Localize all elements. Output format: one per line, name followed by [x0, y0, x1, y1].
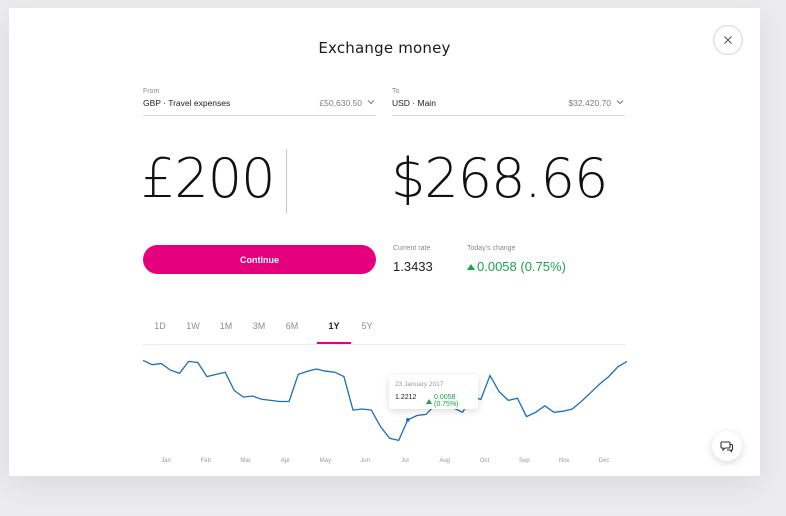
hover-point [406, 418, 410, 422]
chat-button[interactable] [712, 431, 742, 461]
chart-tooltip: 23 January 2017 1.2212 0.0058 (0.75%) [389, 375, 478, 409]
x-tick-label: Jul [401, 458, 409, 464]
to-account-selector[interactable]: To USD · Main $32,420.70 [392, 88, 625, 116]
close-button[interactable] [713, 25, 743, 55]
to-account-name: USD · Main [392, 98, 436, 108]
tab-1d[interactable]: 1D [143, 321, 177, 344]
from-account-name: GBP · Travel expenses [143, 98, 231, 108]
close-icon [724, 36, 732, 44]
tab-1w[interactable]: 1W [176, 321, 210, 344]
chat-icon [720, 441, 734, 453]
tab-1m[interactable]: 1M [209, 321, 243, 344]
current-rate-label: Current rate [393, 245, 431, 252]
tooltip-change-text: 0.0058 (0.75%) [434, 394, 459, 408]
from-account-balance: £50,630.50 [319, 98, 362, 108]
tab-3m[interactable]: 3M [242, 321, 276, 344]
current-rate-value: 1.3433 [393, 259, 433, 274]
x-tick-label: Sep [519, 458, 530, 464]
tooltip-value: 1.2212 [395, 394, 417, 401]
x-tick-label: Mar [240, 458, 250, 464]
rate-chart[interactable]: Jan Feb Mar Apr May Jun Jul Aug Oct Sep Nov Dec [143, 352, 627, 464]
todays-change-value: 0.0058 (0.75%) [467, 259, 566, 274]
dialog-title: Exchange money [318, 39, 451, 57]
time-range-tabs: 1D 1W 1M 3M 6M 1Y 5Y [143, 318, 626, 345]
up-arrow-icon [467, 264, 475, 270]
x-tick-label: Dec [599, 458, 610, 464]
x-tick-label: Oct [480, 458, 490, 464]
tab-6m[interactable]: 6M [275, 321, 309, 344]
tab-5y[interactable]: 5Y [350, 321, 384, 344]
to-label: To [392, 88, 400, 95]
x-tick-label: Jan [161, 458, 171, 464]
from-amount-input[interactable]: £200 [141, 148, 275, 210]
from-account-selector[interactable]: From GBP · Travel expenses £50,630.50 [143, 88, 376, 116]
x-tick-label: Aug [439, 458, 450, 464]
todays-change-label: Today's change [467, 245, 516, 252]
text-cursor [286, 149, 287, 213]
continue-button[interactable]: Continue [143, 245, 376, 274]
x-tick-label: Apr [281, 458, 290, 464]
x-tick-label: Jun [360, 458, 370, 464]
chevron-down-icon [616, 100, 624, 105]
exchange-dialog: Exchange money From GBP · Travel expense… [9, 8, 760, 476]
tab-1y[interactable]: 1Y [317, 321, 351, 344]
tooltip-change: 0.0058 (0.75%) [426, 394, 478, 408]
up-arrow-icon [426, 398, 432, 404]
series-line [143, 359, 627, 442]
to-amount-input[interactable]: $268.66 [391, 148, 608, 210]
x-tick-label: May [320, 458, 331, 464]
x-tick-label: Nov [559, 458, 570, 464]
chevron-down-icon [367, 100, 375, 105]
todays-change-text: 0.0058 (0.75%) [477, 259, 566, 274]
from-label: From [143, 88, 160, 95]
tooltip-date: 23 January 2017 [395, 381, 444, 388]
to-account-balance: $32,420.70 [568, 98, 611, 108]
x-tick-label: Feb [201, 458, 212, 464]
